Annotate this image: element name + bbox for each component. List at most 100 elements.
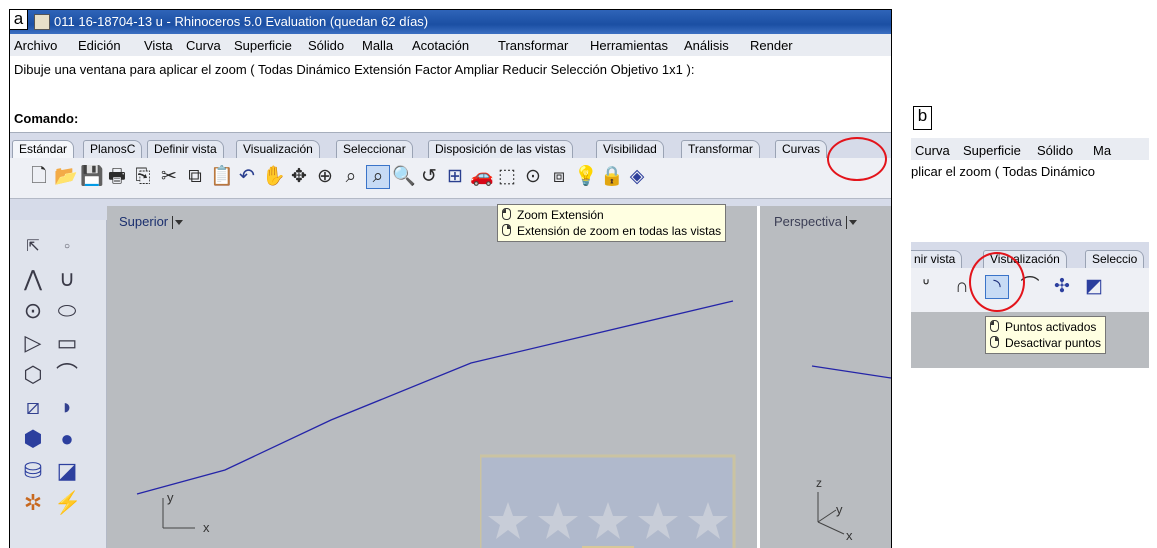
perspective-viewport-canvas bbox=[811, 365, 891, 535]
tab-seleccionar[interactable]: Seleccionar bbox=[336, 140, 413, 158]
axis-x-label-persp: x bbox=[846, 528, 853, 543]
axis-x-line-persp bbox=[817, 521, 845, 535]
tab-disposicion-vistas[interactable]: Disposición de las vistas bbox=[428, 140, 573, 158]
zoom-selected-icon[interactable]: 🔍 bbox=[392, 166, 416, 188]
rotate-view-icon[interactable]: ✥ bbox=[288, 166, 310, 188]
rectangle-icon[interactable]: ▭ bbox=[54, 330, 80, 356]
box-solid-icon[interactable]: ⬢ bbox=[20, 426, 46, 452]
curve-edit-icon[interactable]: ᐡ bbox=[915, 276, 937, 298]
highlight-circle-curvas bbox=[827, 137, 887, 181]
menu-archivo[interactable]: Archivo bbox=[14, 38, 57, 53]
axis-z-label: z bbox=[816, 476, 822, 490]
title-bar: 011 16-18704-13 u - Rhinoceros 5.0 Evalu… bbox=[10, 10, 891, 34]
tooltip-b-right-click: Desactivar puntos bbox=[990, 335, 1101, 351]
circle-icon[interactable]: ⊙ bbox=[20, 298, 46, 324]
point-icon[interactable]: ○ bbox=[54, 234, 80, 260]
print-icon[interactable]: 🖶 bbox=[106, 166, 128, 188]
viewport-perspective[interactable]: Perspectiva z y x bbox=[760, 206, 891, 548]
menu-curva-b[interactable]: Curva bbox=[915, 143, 950, 158]
tab-definir-vista-b[interactable]: nir vista bbox=[911, 250, 963, 268]
named-view-icon[interactable]: 🚗 bbox=[470, 166, 494, 188]
ellipse-icon[interactable]: ⬭ bbox=[54, 298, 80, 324]
undo-icon[interactable]: ↶ bbox=[236, 166, 258, 188]
gumball-icon[interactable]: ✣ bbox=[1051, 276, 1073, 298]
layer-icon[interactable]: ⧈ bbox=[548, 166, 570, 188]
rhino-app-icon bbox=[34, 14, 50, 30]
material-icon[interactable]: ◈ bbox=[626, 166, 648, 188]
standard-toolbar: 🗋 📂 💾 🖶 ⎘ ✂ ⧉ 📋 ↶ ✋ ✥ ⊕ ⌕ ⌕ 🔍 ↺ ⊞ 🚗 ⬚ ⊙ … bbox=[10, 158, 891, 199]
menu-malla[interactable]: Malla bbox=[362, 38, 393, 53]
menu-solido[interactable]: Sólido bbox=[308, 38, 344, 53]
menu-malla-b[interactable]: Ma bbox=[1093, 143, 1111, 158]
command-history-b: plicar el zoom ( Todas Dinámico bbox=[911, 160, 1149, 242]
sphere-solid-icon[interactable]: ● bbox=[54, 426, 80, 452]
curve-icon[interactable]: ∪ bbox=[54, 266, 80, 292]
cplane-icon[interactable]: ⬚ bbox=[496, 166, 518, 188]
menu-solido-b[interactable]: Sólido bbox=[1037, 143, 1073, 158]
axis-y-label: y bbox=[167, 490, 174, 505]
osnap-icon[interactable]: ⊙ bbox=[522, 166, 544, 188]
window-title: 011 16-18704-13 u - Rhinoceros 5.0 Evalu… bbox=[54, 14, 429, 29]
revolve-icon[interactable]: ◗ bbox=[54, 394, 80, 420]
surface-icon[interactable]: ⧄ bbox=[20, 394, 46, 420]
zoom-dynamic-icon[interactable]: ⊕ bbox=[314, 166, 336, 188]
import-icon[interactable]: ⎘ bbox=[132, 166, 154, 188]
tab-seleccionar-b[interactable]: Seleccio bbox=[1085, 250, 1145, 268]
polygon-icon[interactable]: ⬡ bbox=[20, 362, 46, 388]
menu-curva[interactable]: Curva bbox=[186, 38, 221, 53]
arc-icon[interactable]: ▷ bbox=[20, 330, 46, 356]
panel-a: 011 16-18704-13 u - Rhinoceros 5.0 Evalu… bbox=[9, 9, 892, 548]
polyline-icon[interactable]: ⋀ bbox=[20, 266, 46, 292]
menu-vista[interactable]: Vista bbox=[144, 38, 173, 53]
copy-icon[interactable]: ⧉ bbox=[184, 166, 206, 188]
command-input[interactable] bbox=[108, 109, 882, 129]
command-line: Comando: bbox=[10, 106, 891, 133]
left-toolbar: ⇱ ○ ⋀ ∪ ⊙ ⬭ ▷ ▭ ⬡ ⌒ ⧄ ◗ ⬢ ● ⛁ ◪ ✲ ⚡ bbox=[10, 220, 107, 548]
tools-icon[interactable]: ✲ bbox=[20, 490, 46, 516]
tab-visibilidad[interactable]: Visibilidad bbox=[596, 140, 664, 158]
zoom-window-icon[interactable]: ⌕ bbox=[340, 166, 362, 188]
cylinder-icon[interactable]: ⛁ bbox=[20, 458, 46, 484]
menu-analisis[interactable]: Análisis bbox=[684, 38, 729, 53]
menu-transformar[interactable]: Transformar bbox=[498, 38, 568, 53]
tooltip-b-left-click: Puntos activados bbox=[990, 319, 1101, 335]
menu-bar-b: Curva Superficie Sólido Ma bbox=[911, 138, 1149, 160]
tooltip-left-click: Zoom Extensión bbox=[502, 207, 721, 223]
tab-planosc[interactable]: PlanosC bbox=[83, 140, 143, 158]
menu-bar: Archivo Edición Vista Curva Superficie S… bbox=[10, 34, 891, 57]
menu-herramientas[interactable]: Herramientas bbox=[590, 38, 668, 53]
mesh-icon[interactable]: ◪ bbox=[54, 458, 80, 484]
tab-transformar[interactable]: Transformar bbox=[681, 140, 760, 158]
open-folder-icon[interactable]: 📂 bbox=[54, 166, 78, 188]
cut-icon[interactable]: ✂ bbox=[158, 166, 180, 188]
undo-view-icon[interactable]: ↺ bbox=[418, 166, 440, 188]
menu-edicion[interactable]: Edición bbox=[78, 38, 121, 53]
tab-visualizacion[interactable]: Visualización bbox=[236, 140, 320, 158]
panel-b: Curva Superficie Sólido Ma plicar el zoo… bbox=[911, 138, 1149, 368]
toolbar-tabs: Estándar PlanosC Definir vista Visualiza… bbox=[10, 136, 891, 158]
zoom-extents-tooltip: Zoom Extensión Extensión de zoom en toda… bbox=[497, 204, 727, 242]
paste-icon[interactable]: 📋 bbox=[210, 166, 234, 188]
menu-render[interactable]: Render bbox=[750, 38, 793, 53]
tab-estandar[interactable]: Estándar bbox=[12, 140, 75, 158]
toolbar-tabs-b: nir vista Visualización Seleccio bbox=[911, 242, 1149, 268]
panel-label-b: b bbox=[913, 106, 932, 130]
four-viewports-icon[interactable]: ⊞ bbox=[444, 166, 466, 188]
select-arrow-icon[interactable]: ⇱ bbox=[20, 234, 46, 260]
menu-acotacion[interactable]: Acotación bbox=[412, 38, 469, 53]
menu-superficie-b[interactable]: Superficie bbox=[963, 143, 1021, 158]
dimension-icon[interactable]: ⚡ bbox=[54, 490, 81, 516]
lock-icon[interactable]: 🔒 bbox=[600, 166, 624, 188]
fillet-icon[interactable]: ⌒ bbox=[54, 362, 80, 388]
save-icon[interactable]: 💾 bbox=[80, 166, 104, 188]
mouse-left-icon bbox=[990, 320, 999, 332]
mouse-right-icon bbox=[502, 224, 511, 236]
light-icon[interactable]: 💡 bbox=[574, 166, 598, 188]
edit-surface-icon[interactable]: ◩ bbox=[1083, 276, 1105, 298]
pan-hand-icon[interactable]: ✋ bbox=[262, 166, 286, 188]
tab-curvas[interactable]: Curvas bbox=[775, 140, 828, 158]
zoom-extents-icon[interactable]: ⌕ bbox=[366, 165, 390, 189]
menu-superficie[interactable]: Superficie bbox=[234, 38, 292, 53]
new-file-icon[interactable]: 🗋 bbox=[28, 166, 50, 188]
tab-definir-vista[interactable]: Definir vista bbox=[147, 140, 224, 158]
